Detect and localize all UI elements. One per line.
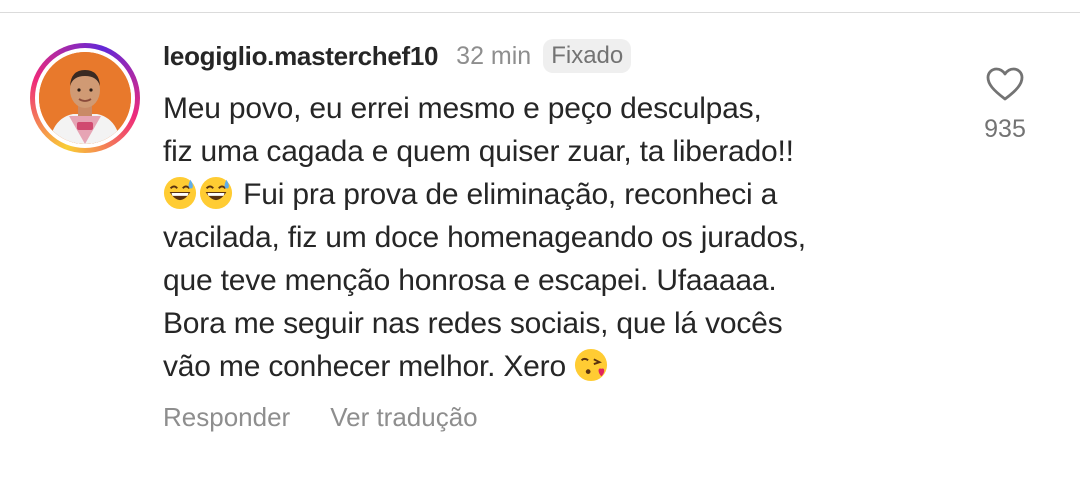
comment-line: fiz uma cagada e quem quiser zuar, ta li… — [163, 135, 794, 168]
comment-line: Meu povo, eu errei mesmo e peço desculpa… — [163, 92, 762, 125]
comment-text: Meu povo, eu errei mesmo e peço desculpa… — [163, 87, 963, 388]
pinned-badge: Fixado — [543, 39, 632, 73]
comment-header: leogiglio.masterchef10 32 min Fixado — [163, 36, 632, 76]
comment-line: Bora me seguir nas redes sociais, que lá… — [163, 307, 783, 340]
grinning-face-with-sweat-emoji — [163, 176, 197, 210]
avatar[interactable] — [39, 52, 131, 144]
heart-outline-icon[interactable] — [985, 66, 1025, 107]
face-blowing-a-kiss-emoji — [575, 348, 608, 382]
comment-line-text: Fui pra prova de eliminação, reconheci a — [243, 178, 778, 211]
comment-line-with-emoji: vão me conhecer melhor. Xero — [163, 345, 963, 388]
grinning-face-with-sweat-emoji — [199, 176, 233, 210]
avatar-story-ring[interactable] — [30, 43, 140, 153]
reply-button[interactable]: Responder — [163, 402, 290, 433]
comment-line: vacilada, fiz um doce homenageando os ju… — [163, 221, 806, 254]
comment-line: que teve menção honrosa e escapei. Ufaaa… — [163, 264, 777, 297]
like-control: 935 — [975, 66, 1035, 144]
comment-line-text: vão me conhecer melhor. Xero — [163, 350, 566, 383]
comment-actions: Responder Ver tradução — [163, 402, 478, 433]
comment-line-with-emoji: Fui pra prova de eliminação, reconheci a — [163, 173, 963, 216]
comment-item: leogiglio.masterchef10 32 min Fixado Meu… — [0, 0, 1080, 487]
avatar-ring-gap — [35, 48, 135, 148]
like-count: 935 — [984, 115, 1026, 143]
see-translation-button[interactable]: Ver tradução — [330, 402, 477, 433]
username[interactable]: leogiglio.masterchef10 — [163, 41, 438, 72]
comment-time: 32 min — [456, 41, 532, 70]
